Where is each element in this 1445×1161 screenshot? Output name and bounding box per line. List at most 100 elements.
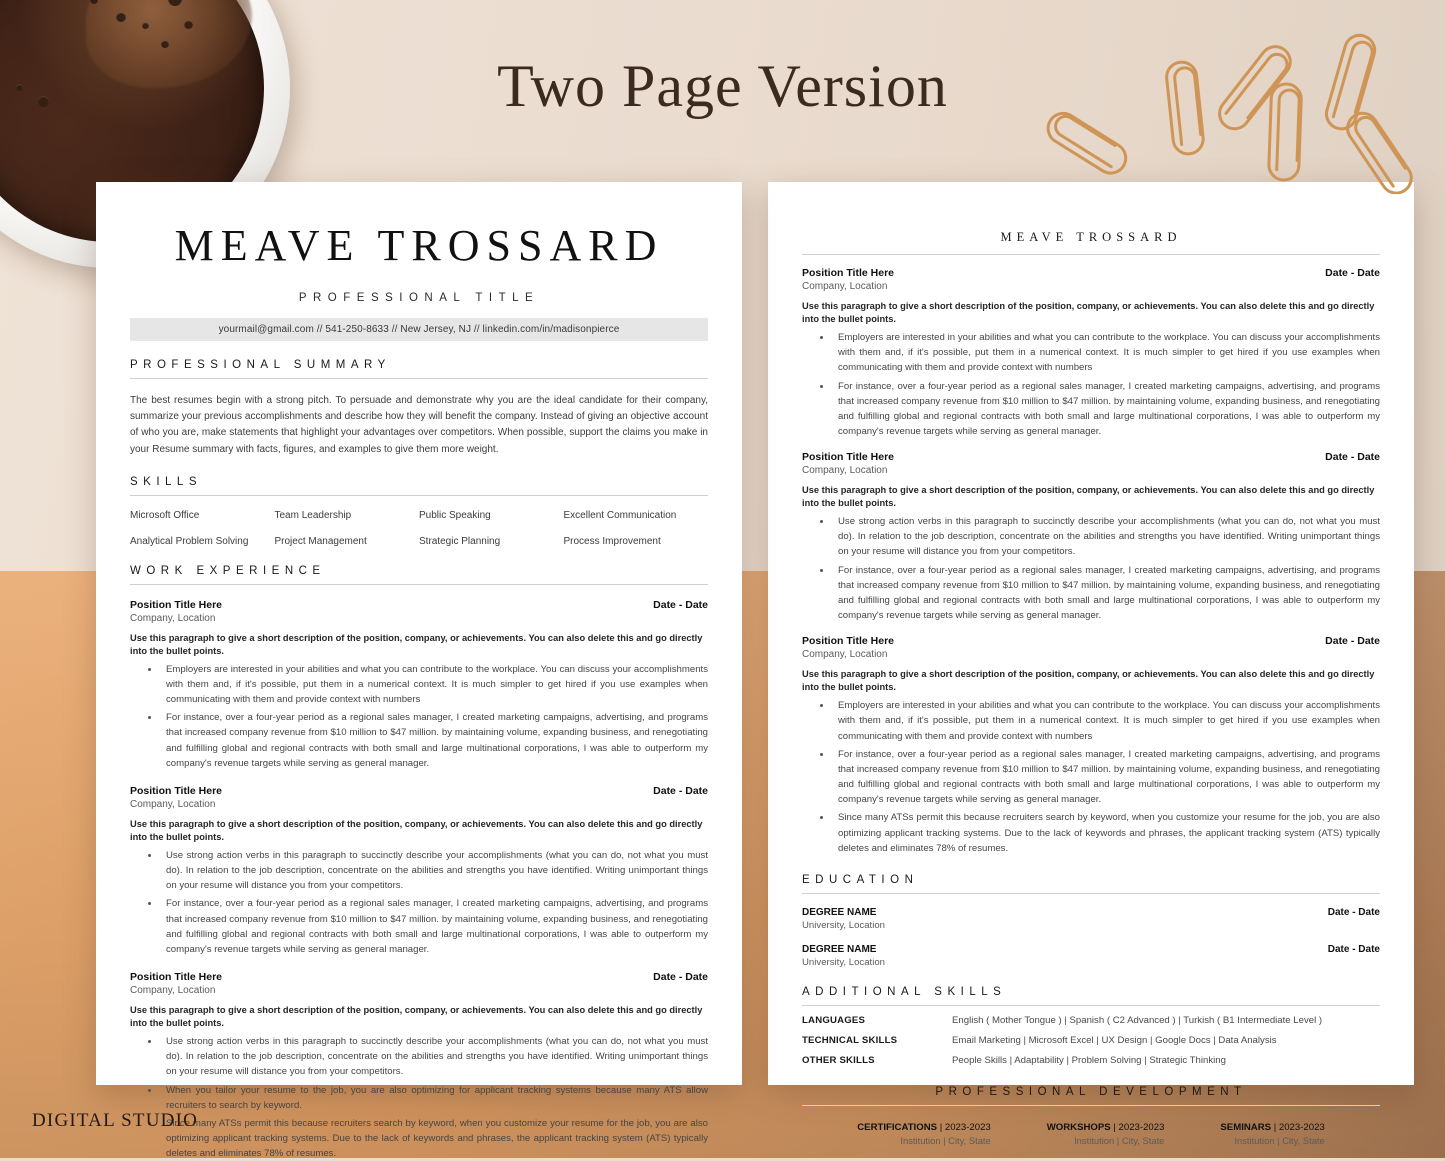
professional-development-years: | 2023-2023 (937, 1121, 991, 1133)
entry-description: Use this paragraph to give a short descr… (130, 1005, 703, 1029)
watermark: DIGITAL STUDIO (32, 1110, 199, 1131)
professional-development-list: CERTIFICATIONS | 2023-2023 Institution | … (802, 1122, 1380, 1146)
entry-bullet-list: Employers are interested in your abiliti… (832, 698, 1380, 856)
skill-item: Process Improvement (563, 535, 661, 547)
entry-bullet: For instance, over a four-year period as… (832, 379, 1380, 440)
resume-page-1: MEAVE TROSSARD PROFESSIONAL TITLE yourma… (96, 182, 742, 1159)
entry-bullet: Since many ATSs permit this because recr… (832, 810, 1380, 855)
position-title: Position Title Here (130, 598, 222, 611)
additional-skill-row: OTHER SKILLS People Skills | Adaptability… (802, 1055, 1380, 1066)
entry-bullet-list: Employers are interested in your abiliti… (832, 330, 1380, 439)
entry-bullet: Use strong action verbs in this paragrap… (160, 1034, 708, 1079)
skill-item: Analytical Problem Solving (130, 535, 249, 547)
candidate-name: MEAVE TROSSARD (174, 221, 664, 270)
professional-development-years: | 2023-2023 (1110, 1121, 1165, 1133)
entry-bullet: For instance, over a four-year period as… (832, 747, 1380, 808)
professional-development-name: WORKSHOPS (1046, 1121, 1111, 1133)
experience-entry-header: Position Title Here Date - Date (802, 635, 1380, 647)
entry-description: Use this paragraph to give a short descr… (802, 301, 1375, 325)
experience-entry-header: Position Title Here Date - Date (130, 971, 708, 983)
skills-grid: Microsoft Office Team Leadership Public Sp… (130, 510, 708, 547)
experience-entry-header: Position Title Here Date - Date (802, 451, 1380, 463)
section-heading-additional-skills: ADDITIONAL SKILLS (802, 985, 1007, 998)
entry-bullet: Employers are interested in your abiliti… (832, 698, 1380, 743)
additional-skill-value: Email Marketing | Microsoft Excel | UX D… (952, 1034, 1277, 1046)
section-divider (130, 494, 708, 496)
position-title: Position Title Here (802, 635, 894, 648)
position-date: Date - Date (653, 598, 708, 611)
entry-bullet: For instance, over a four-year period as… (160, 896, 708, 957)
entry-bullet: Employers are interested in your abiliti… (160, 662, 708, 707)
entry-bullet-list: Use strong action verbs in this paragrap… (160, 848, 708, 957)
entry-bullet: Use strong action verbs in this paragrap… (160, 848, 708, 893)
section-divider (130, 583, 708, 585)
entry-description: Use this paragraph to give a short descr… (130, 632, 703, 656)
position-date: Date - Date (1325, 451, 1380, 464)
professional-development-item: CERTIFICATIONS | 2023-2023 Institution | … (857, 1122, 990, 1146)
skill-item: Team Leadership (274, 509, 352, 521)
section-divider (802, 892, 1380, 894)
professional-development-title: CERTIFICATIONS | 2023-2023 (857, 1122, 990, 1133)
professional-development-item: SEMINARS | 2023-2023 Institution | City, … (1220, 1122, 1324, 1146)
position-title: Position Title Here (130, 971, 222, 983)
entry-bullet: Since many ATSs permit this because recr… (160, 1116, 708, 1161)
university-location: University, Location (802, 956, 886, 968)
position-date: Date - Date (653, 784, 708, 797)
position-title: Position Title Here (802, 451, 894, 464)
section-heading-professional-development: PROFESSIONAL DEVELOPMENT (935, 1085, 1247, 1098)
company-location: Company, Location (802, 465, 888, 477)
company-location: Company, Location (802, 281, 888, 292)
degree-name: DEGREE NAME (802, 943, 877, 955)
entry-bullet-list: Employers are interested in your abiliti… (160, 662, 708, 771)
university-location: University, Location (802, 919, 886, 931)
position-date: Date - Date (1325, 635, 1380, 648)
experience-entry-header: Position Title Here Date - Date (130, 599, 708, 611)
professional-development-name: CERTIFICATIONS (857, 1121, 938, 1133)
company-location: Company, Location (802, 649, 888, 661)
company-location: Company, Location (130, 798, 216, 810)
skill-item: Project Management (274, 535, 367, 547)
additional-skills-list: LANGUAGES English ( Mother Tongue ) | Spa… (802, 1015, 1380, 1066)
entry-description: Use this paragraph to give a short descr… (802, 485, 1375, 509)
degree-name: DEGREE NAME (802, 906, 877, 918)
additional-skill-row: LANGUAGES English ( Mother Tongue ) | Spa… (802, 1015, 1380, 1026)
entry-bullet: For instance, over a four-year period as… (160, 710, 708, 771)
education-entry-header: DEGREE NAME Date - Date (802, 907, 1380, 918)
section-heading-summary: PROFESSIONAL SUMMARY (130, 359, 391, 371)
professional-development-name: SEMINARS (1220, 1121, 1272, 1133)
entry-description: Use this paragraph to give a short descr… (130, 818, 703, 842)
additional-skill-row: TECHNICAL SKILLS Email Marketing | Micros… (802, 1035, 1380, 1046)
section-heading-skills: SKILLS (130, 475, 202, 488)
summary-text: The best resumes begin with a strong pit… (130, 395, 708, 455)
professional-development-item: WORKSHOPS | 2023-2023 Institution | City,… (1047, 1122, 1165, 1146)
additional-skill-label: TECHNICAL SKILLS (802, 1034, 898, 1046)
company-location: Company, Location (130, 985, 216, 996)
additional-skill-label: LANGUAGES (802, 1014, 866, 1026)
skill-item: Excellent Communication (563, 509, 677, 521)
section-divider (802, 254, 1380, 255)
degree-date: Date - Date (1327, 943, 1380, 955)
education-entry: DEGREE NAME Date - Date University, Locati… (802, 944, 1380, 968)
coffee-foam (86, 0, 252, 88)
position-title: Position Title Here (130, 784, 222, 797)
work-experience-list: Position Title Here Date - Date Company, L… (130, 599, 708, 1161)
experience-entry: Position Title Here Date - Date Company, L… (130, 785, 708, 957)
professional-development-institution: Institution | City, State (1234, 1134, 1325, 1146)
company-location: Company, Location (130, 612, 216, 624)
entry-bullet: When you tailor your resume to the job, … (160, 1083, 708, 1113)
education-entry-header: DEGREE NAME Date - Date (802, 944, 1380, 955)
professional-development-title: WORKSHOPS | 2023-2023 (1047, 1122, 1165, 1133)
experience-entry: Position Title Here Date - Date Company, L… (130, 599, 708, 771)
paper-clips (1030, 14, 1430, 195)
additional-skill-value: English ( Mother Tongue ) | Spanish ( C2… (952, 1014, 1323, 1026)
entry-bullet: For instance, over a four-year period as… (832, 563, 1380, 624)
section-heading-work: WORK EXPERIENCE (130, 564, 326, 577)
section-heading-education: EDUCATION (802, 873, 919, 886)
education-list: DEGREE NAME Date - Date University, Locati… (802, 907, 1380, 968)
skill-item: Microsoft Office (130, 509, 200, 521)
professional-development-title: SEMINARS | 2023-2023 (1220, 1122, 1324, 1133)
professional-development-institution: Institution | City, State (900, 1134, 991, 1146)
experience-entry-header: Position Title Here Date - Date (802, 267, 1380, 279)
experience-entry: Position Title Here Date - Date Company, L… (802, 451, 1380, 623)
education-entry: DEGREE NAME Date - Date University, Locati… (802, 907, 1380, 931)
